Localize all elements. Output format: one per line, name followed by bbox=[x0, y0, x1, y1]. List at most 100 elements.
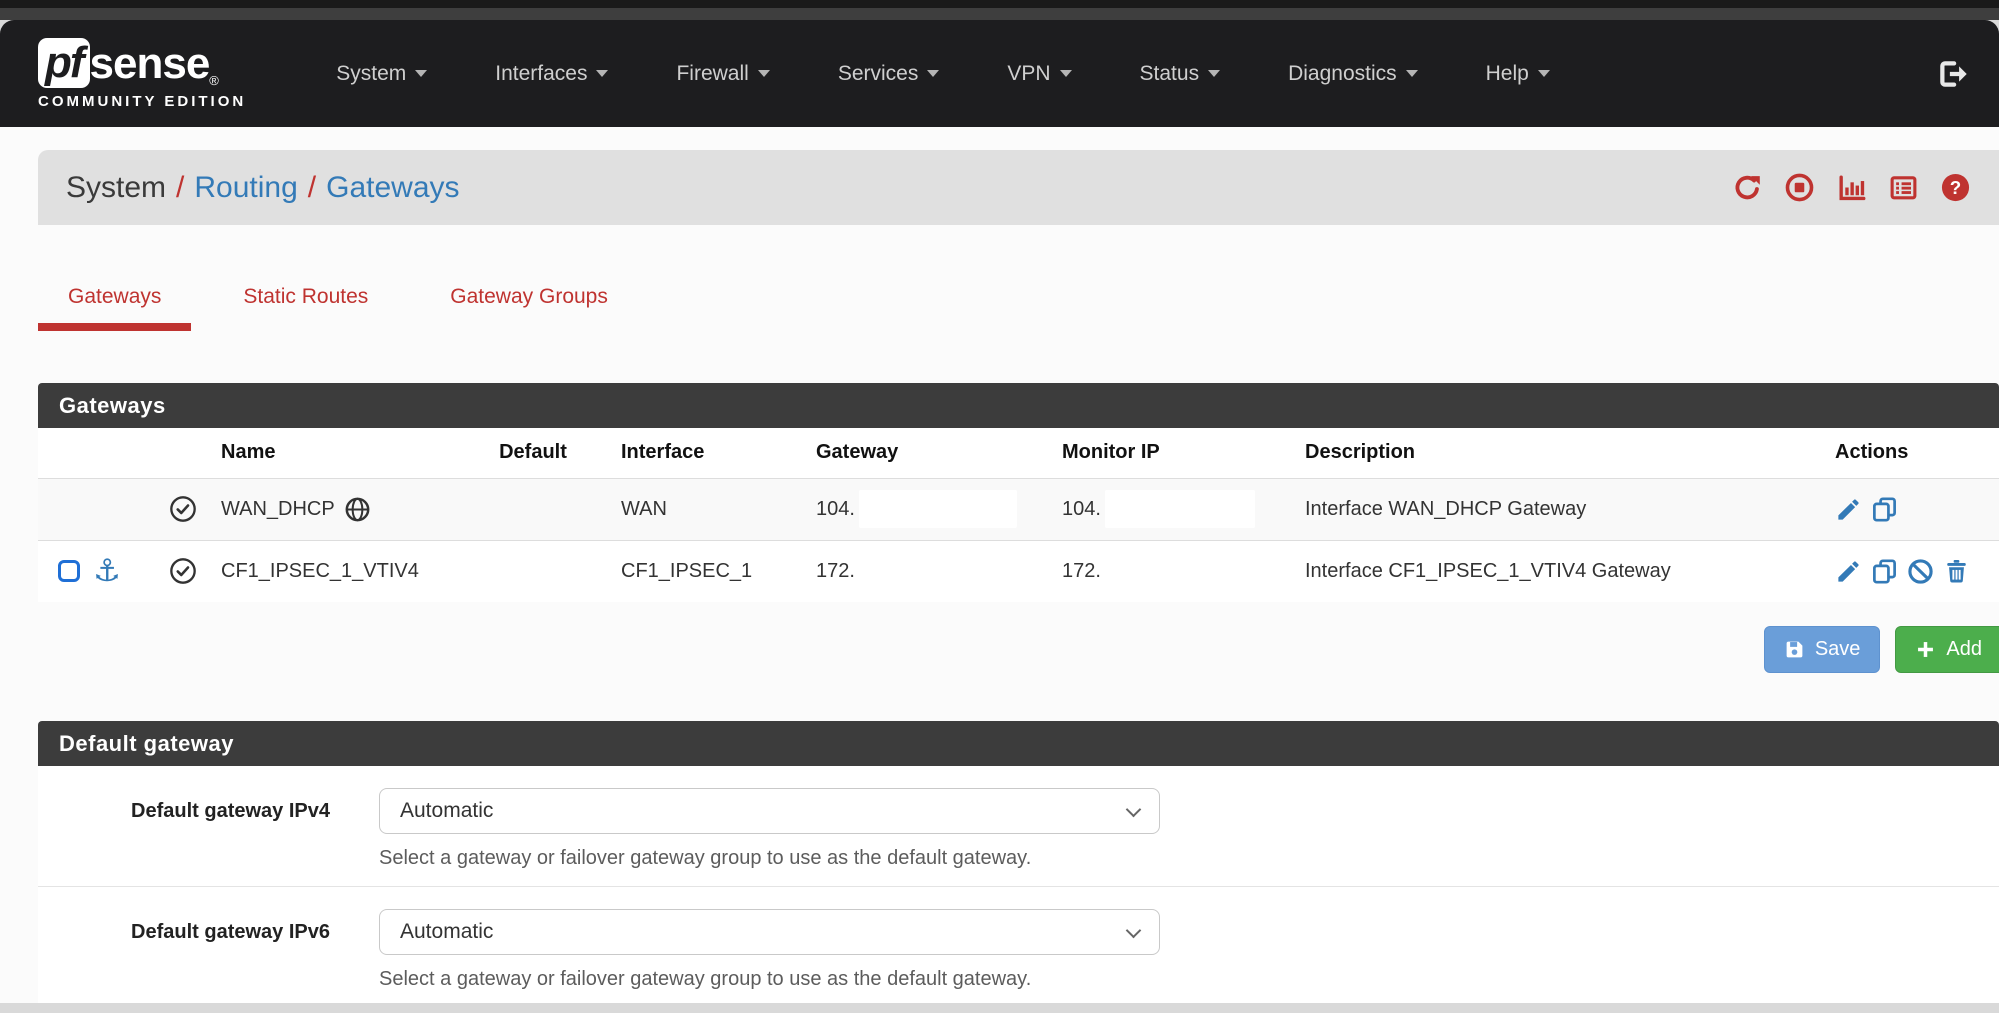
nav-item-label: VPN bbox=[1007, 62, 1050, 86]
chevron-down-icon bbox=[596, 70, 608, 77]
pfsense-logo[interactable]: pfsense® COMMUNITY EDITION bbox=[38, 38, 246, 110]
tab-static-routes[interactable]: Static Routes bbox=[213, 285, 398, 331]
table-header-row: Name Default Interface Gateway Monitor I… bbox=[38, 428, 1999, 478]
nav-item-system[interactable]: System bbox=[302, 62, 461, 86]
gateway-name-cell: WAN_DHCP bbox=[213, 478, 453, 540]
default-gateway-ipv6-help: Select a gateway or failover gateway gro… bbox=[379, 968, 1160, 991]
col-header-monitor-ip: Monitor IP bbox=[1054, 428, 1297, 478]
svg-text:?: ? bbox=[1950, 177, 1961, 198]
chevron-down-icon bbox=[1060, 70, 1072, 77]
default-gateway-ipv4-select[interactable]: Automatic bbox=[379, 788, 1160, 834]
col-header-name: Name bbox=[213, 428, 453, 478]
gateways-table: Name Default Interface Gateway Monitor I… bbox=[38, 428, 1999, 602]
row-left-icons: ⚓ bbox=[38, 540, 153, 602]
default-gateway-ipv6-label: Default gateway IPv6 bbox=[38, 909, 379, 944]
save-button[interactable]: Save bbox=[1764, 626, 1881, 673]
nav-item-diagnostics[interactable]: Diagnostics bbox=[1254, 62, 1452, 86]
square-icon[interactable] bbox=[58, 560, 80, 582]
table-row: ⚓ CF1_IPSEC_1_VTIV4 CF1_IPSEC_1 1 bbox=[38, 540, 1999, 602]
globe-icon bbox=[344, 496, 371, 523]
chevron-down-icon bbox=[1126, 802, 1142, 818]
col-header-default: Default bbox=[453, 428, 613, 478]
chart-icon[interactable] bbox=[1836, 172, 1867, 203]
nav-menu: System Interfaces Firewall Services VPN … bbox=[302, 62, 1935, 86]
breadcrumb-link-gateways[interactable]: Gateways bbox=[326, 171, 459, 205]
panel-title: Gateways bbox=[59, 393, 166, 419]
default-gateway-panel: Default gateway Default gateway IPv4 Aut… bbox=[38, 721, 1999, 1003]
delete-icon[interactable] bbox=[1943, 558, 1970, 585]
breadcrumb: System / Routing / Gateways bbox=[38, 150, 1999, 225]
gateway-status-cell bbox=[153, 540, 213, 602]
window-top-edge bbox=[0, 0, 1999, 8]
nav-item-firewall[interactable]: Firewall bbox=[642, 62, 803, 86]
nav-item-label: System bbox=[336, 62, 406, 86]
add-button[interactable]: Add bbox=[1895, 626, 1999, 673]
default-gateway-ipv4-help: Select a gateway or failover gateway gro… bbox=[379, 847, 1160, 870]
col-header-interface: Interface bbox=[613, 428, 808, 478]
sign-out-button[interactable] bbox=[1935, 57, 1969, 91]
tab-bar: Gateways Static Routes Gateway Groups bbox=[38, 285, 1999, 331]
check-circle-icon bbox=[169, 557, 197, 585]
monitor-ip: 104. bbox=[1062, 498, 1101, 521]
refresh-icon[interactable] bbox=[1732, 172, 1763, 203]
gateway-name: WAN_DHCP bbox=[221, 498, 335, 521]
chevron-down-icon bbox=[1406, 70, 1418, 77]
table-row: WAN_DHCP WAN 104. 104. Interface WAN_DHC… bbox=[38, 478, 1999, 540]
tab-gateway-groups[interactable]: Gateway Groups bbox=[420, 285, 638, 331]
logo-registered-mark: ® bbox=[209, 74, 219, 87]
gateways-panel-header: Gateways bbox=[38, 383, 1999, 428]
default-gateway-ipv6-select[interactable]: Automatic bbox=[379, 909, 1160, 955]
nav-item-label: Services bbox=[838, 62, 919, 86]
edit-icon[interactable] bbox=[1835, 558, 1862, 585]
col-header-gateway: Gateway bbox=[808, 428, 1054, 478]
copy-icon[interactable] bbox=[1871, 558, 1898, 585]
nav-item-label: Status bbox=[1140, 62, 1200, 86]
save-icon bbox=[1784, 639, 1805, 660]
window-title-strip bbox=[0, 8, 1999, 20]
anchor-icon[interactable]: ⚓ bbox=[93, 556, 121, 587]
chevron-down-icon bbox=[415, 70, 427, 77]
gateway-monitor-cell: 104. bbox=[1054, 478, 1297, 540]
panel-title: Default gateway bbox=[59, 731, 234, 757]
col-header-status bbox=[153, 428, 213, 478]
nav-item-label: Help bbox=[1486, 62, 1529, 86]
gateway-actions-cell bbox=[1827, 540, 1999, 602]
chevron-down-icon bbox=[1208, 70, 1220, 77]
nav-item-status[interactable]: Status bbox=[1106, 62, 1255, 86]
gateway-default-cell bbox=[453, 478, 613, 540]
log-icon[interactable] bbox=[1888, 172, 1919, 203]
nav-item-interfaces[interactable]: Interfaces bbox=[461, 62, 642, 86]
copy-icon[interactable] bbox=[1871, 496, 1898, 523]
page-content: System / Routing / Gateways bbox=[0, 127, 1999, 1003]
col-header-drag bbox=[38, 428, 153, 478]
logo-tagline: COMMUNITY EDITION bbox=[38, 93, 246, 110]
breadcrumb-link-routing[interactable]: Routing bbox=[194, 171, 297, 205]
gateway-interface-cell: WAN bbox=[613, 478, 808, 540]
stop-icon[interactable] bbox=[1784, 172, 1815, 203]
add-button-label: Add bbox=[1946, 638, 1982, 661]
default-gateway-panel-header: Default gateway bbox=[38, 721, 1999, 766]
nav-item-help[interactable]: Help bbox=[1452, 62, 1584, 86]
gateway-address: 104. bbox=[816, 498, 855, 521]
edit-icon[interactable] bbox=[1835, 496, 1862, 523]
disable-icon[interactable] bbox=[1907, 558, 1934, 585]
chevron-down-icon bbox=[1126, 923, 1142, 939]
help-icon[interactable]: ? bbox=[1940, 172, 1971, 203]
redaction-box bbox=[1105, 490, 1255, 528]
nav-item-services[interactable]: Services bbox=[804, 62, 974, 86]
chevron-down-icon bbox=[758, 70, 770, 77]
top-navbar: pfsense® COMMUNITY EDITION System Interf… bbox=[0, 20, 1999, 127]
nav-item-vpn[interactable]: VPN bbox=[973, 62, 1105, 86]
col-header-description: Description bbox=[1297, 428, 1827, 478]
col-header-actions: Actions bbox=[1827, 428, 1999, 478]
nav-item-label: Interfaces bbox=[495, 62, 587, 86]
nav-item-label: Firewall bbox=[676, 62, 748, 86]
form-row-ipv6: Default gateway IPv6 Automatic Select a … bbox=[38, 886, 1999, 1003]
tab-gateways[interactable]: Gateways bbox=[38, 285, 191, 331]
redaction-box bbox=[859, 490, 1017, 528]
default-gateway-ipv4-label: Default gateway IPv4 bbox=[38, 788, 379, 823]
gateway-name: CF1_IPSEC_1_VTIV4 bbox=[221, 560, 419, 583]
gateway-interface-cell: CF1_IPSEC_1 bbox=[613, 540, 808, 602]
form-row-ipv4: Default gateway IPv4 Automatic Select a … bbox=[38, 766, 1999, 886]
chevron-down-icon bbox=[1538, 70, 1550, 77]
